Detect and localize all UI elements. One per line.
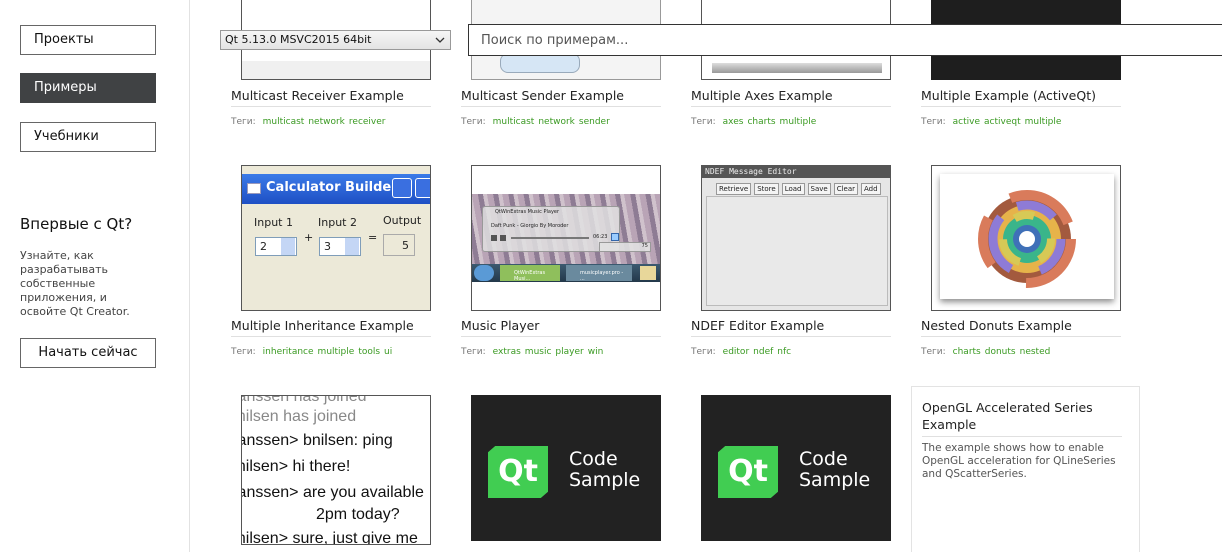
tag-link[interactable]: multicast: [493, 117, 535, 127]
example-title[interactable]: Music Player: [461, 318, 539, 333]
tag-link[interactable]: win: [588, 347, 604, 357]
tag-link[interactable]: activeqt: [984, 117, 1021, 127]
new-to-qt-description: Узнайте, как разрабатывать собственные п…: [20, 249, 130, 318]
tag-link[interactable]: tools: [358, 347, 380, 357]
example-tags: Теги: inheritance multiple tools ui: [231, 347, 393, 357]
example-description: The example shows how to enable OpenGL a…: [922, 442, 1116, 480]
tag-link[interactable]: editor: [723, 347, 750, 357]
example-tags: Теги: extras music player win: [461, 347, 604, 357]
example-title[interactable]: OpenGL Accelerated Series Example: [922, 399, 1122, 433]
nav-examples-button[interactable]: Примеры: [20, 73, 156, 103]
example-title[interactable]: Multicast Sender Example: [461, 88, 624, 103]
tag-link[interactable]: sender: [579, 117, 610, 127]
tag-link[interactable]: receiver: [349, 117, 386, 127]
tag-link[interactable]: network: [308, 117, 345, 127]
example-thumbnail[interactable]: QtWinExtras Music Player Daft Punk - Gio…: [471, 165, 661, 311]
calc-window-title: Calculator Builder: [266, 180, 398, 195]
tag-link[interactable]: multicast: [263, 117, 305, 127]
example-title[interactable]: Nested Donuts Example: [921, 318, 1072, 333]
tag-link[interactable]: multiple: [1025, 117, 1062, 127]
tag-link[interactable]: inheritance: [263, 347, 314, 357]
donut-chart-icon: [978, 190, 1076, 288]
example-thumbnail[interactable]: Qt Code Sample: [471, 395, 661, 541]
tag-link[interactable]: ui: [384, 347, 392, 357]
example-title[interactable]: NDEF Editor Example: [691, 318, 824, 333]
sidebar: Проекты Примеры Учебники Впервые с Qt? У…: [0, 0, 190, 552]
example-title[interactable]: Multiple Example (ActiveQt): [921, 88, 1096, 103]
nav-projects-button[interactable]: Проекты: [20, 25, 156, 55]
chevron-down-icon: [435, 37, 445, 43]
example-thumbnail[interactable]: NDEF Message Editor Retrieve Store Load …: [701, 165, 891, 311]
tag-link[interactable]: charts: [747, 117, 775, 127]
qt-version-select[interactable]: Qt 5.13.0 MSVC2015 64bit: [220, 30, 451, 50]
example-title[interactable]: Multicast Receiver Example: [231, 88, 404, 103]
example-tags: Теги: axes charts multiple: [691, 117, 817, 127]
example-tags: Теги: charts donuts nested: [921, 347, 1051, 357]
tag-link[interactable]: charts: [953, 347, 981, 357]
search-examples-input[interactable]: [468, 24, 1222, 56]
example-tags: Теги: multicast network sender: [461, 117, 610, 127]
example-tags: Теги: active activeqt multiple: [921, 117, 1062, 127]
example-thumbnail[interactable]: [931, 165, 1121, 311]
tag-link[interactable]: nested: [1020, 347, 1051, 357]
tag-link[interactable]: multiple: [318, 347, 355, 357]
example-thumbnail[interactable]: janssen has joined bnilsen has joined ja…: [241, 395, 431, 545]
example-card-opengl[interactable]: OpenGL Accelerated Series Example The ex…: [911, 386, 1140, 552]
tag-link[interactable]: multiple: [780, 117, 817, 127]
tag-link[interactable]: extras: [493, 347, 521, 357]
example-thumbnail[interactable]: Calculator Builder Input 1 Input 2 Outpu…: [241, 165, 431, 311]
qt-version-value: Qt 5.13.0 MSVC2015 64bit: [225, 33, 372, 46]
tag-link[interactable]: network: [538, 117, 575, 127]
new-to-qt-heading: Впервые с Qt?: [20, 215, 133, 233]
example-tags: Теги: multicast network receiver: [231, 117, 386, 127]
tag-link[interactable]: music: [525, 347, 552, 357]
example-tags: Теги: editor ndef nfc: [691, 347, 792, 357]
tag-link[interactable]: nfc: [777, 347, 791, 357]
tag-link[interactable]: axes: [723, 117, 744, 127]
example-title[interactable]: Multiple Axes Example: [691, 88, 833, 103]
example-thumbnail[interactable]: Qt Code Sample: [701, 395, 891, 541]
tag-link[interactable]: player: [555, 347, 583, 357]
qt-logo-icon: Qt: [718, 446, 778, 498]
qt-logo-icon: Qt: [488, 446, 548, 498]
get-started-button[interactable]: Начать сейчас: [20, 338, 156, 368]
tag-link[interactable]: ndef: [753, 347, 773, 357]
example-title[interactable]: Multiple Inheritance Example: [231, 318, 414, 333]
nav-tutorials-button[interactable]: Учебники: [20, 122, 156, 152]
tag-link[interactable]: active: [953, 117, 980, 127]
tag-link[interactable]: donuts: [985, 347, 1016, 357]
